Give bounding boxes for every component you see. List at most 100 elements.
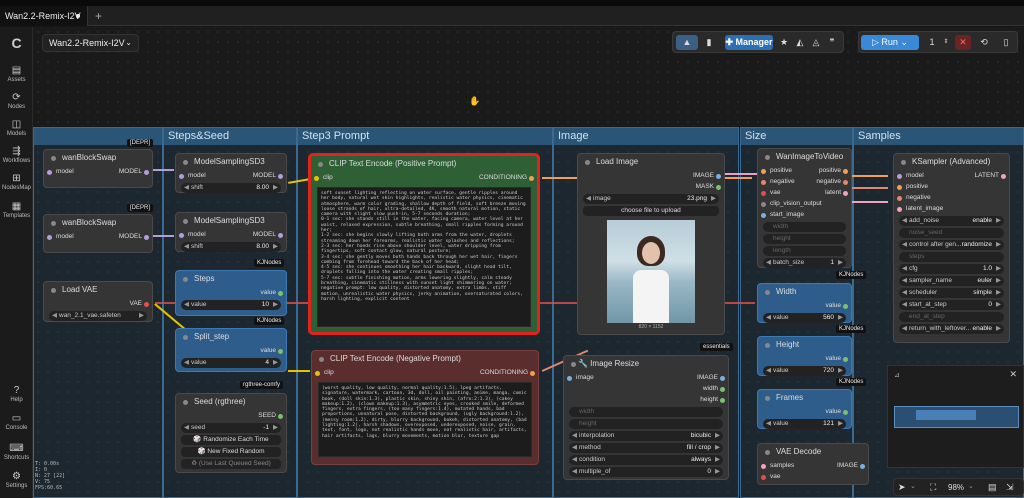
input-pin-icon[interactable] bbox=[761, 180, 766, 185]
node-clip-positive[interactable]: CLIP Text Encode (Positive Prompt) clip C… bbox=[309, 154, 539, 334]
node-steps[interactable]: Steps value ◀ value 10 ▶ bbox=[175, 270, 287, 316]
input-pin-icon[interactable] bbox=[179, 233, 184, 238]
chevron-down-icon[interactable]: ⌄ bbox=[910, 482, 916, 490]
output-pin-icon[interactable] bbox=[529, 176, 534, 181]
input-pin-icon[interactable] bbox=[761, 191, 766, 196]
sidebar-item-workflows[interactable]: ⇶ Workflows bbox=[0, 146, 33, 164]
output-pin-icon[interactable] bbox=[843, 180, 848, 185]
shift-input[interactable]: ◀ shift 8.00 ▶ bbox=[181, 183, 281, 193]
new-fixed-random-button[interactable]: 🎲 New Fixed Random bbox=[181, 447, 281, 457]
fit-view-icon[interactable]: ⛶ bbox=[930, 482, 936, 493]
positive-prompt-textarea[interactable]: soft sunset lighting reflecting on water… bbox=[317, 187, 531, 327]
start-at-step-input[interactable]: ◀ start_at_step 0 ▶ bbox=[899, 300, 1004, 310]
output-pin-icon[interactable] bbox=[720, 387, 725, 392]
output-pin-icon[interactable] bbox=[716, 185, 721, 190]
end-at-step-widget[interactable]: end_at_step bbox=[899, 312, 1004, 322]
sidebar-item-nodes[interactable]: ⟳ Nodes bbox=[0, 92, 33, 110]
input-pin-icon[interactable] bbox=[179, 174, 184, 179]
chevron-down-icon[interactable]: ⌄ bbox=[968, 482, 974, 490]
split-value-input[interactable]: ◀ value 4 ▶ bbox=[181, 358, 281, 368]
input-pin-icon[interactable] bbox=[897, 207, 902, 212]
logo-button[interactable]: ▲ bbox=[676, 35, 698, 50]
history-icon[interactable]: ⟲ bbox=[976, 35, 992, 50]
noise-seed-widget[interactable]: noise_seed bbox=[899, 228, 1004, 238]
hat-icon[interactable]: ◬ bbox=[809, 35, 823, 50]
node-wan-image-to-video[interactable]: WanImageToVideo positive positive negativ… bbox=[757, 148, 852, 268]
node-height[interactable]: Height value ◀ value 720 ▶ bbox=[757, 336, 852, 376]
output-pin-icon[interactable] bbox=[843, 357, 848, 362]
link-toggle-icon[interactable]: ⇲ bbox=[1006, 482, 1014, 493]
node-wanblockswap-1[interactable]: wanBlockSwap model MODEL bbox=[43, 149, 153, 188]
node-wanblockswap-2[interactable]: wanBlockSwap model MODEL bbox=[43, 214, 153, 253]
input-pin-icon[interactable] bbox=[761, 475, 766, 480]
output-pin-icon[interactable] bbox=[720, 376, 725, 381]
new-tab-button[interactable]: + bbox=[95, 9, 102, 23]
input-pin-icon[interactable] bbox=[761, 213, 766, 218]
node-clip-negative[interactable]: CLIP Text Encode (Negative Prompt) clip C… bbox=[311, 350, 539, 465]
height-widget[interactable]: height bbox=[763, 234, 846, 244]
image-select[interactable]: ◀ image 23.png ▶ bbox=[583, 194, 719, 204]
workflow-name-dropdown[interactable]: Wan2.2-Remix-I2V ⌄ bbox=[42, 34, 139, 52]
sampler-name-select[interactable]: ◀ sampler_name euler ▶ bbox=[899, 276, 1004, 286]
use-last-seed-button[interactable]: ♻ (Use Last Queued Seed) bbox=[181, 459, 281, 469]
panel-icon[interactable]: ▯ bbox=[998, 35, 1014, 50]
node-split-step[interactable]: Split_step value ◀ value 4 ▶ bbox=[175, 328, 287, 372]
cancel-button[interactable]: ✕ bbox=[955, 35, 971, 50]
upload-button[interactable]: choose file to upload bbox=[583, 206, 719, 216]
output-pin-icon[interactable] bbox=[530, 371, 535, 376]
steps-widget[interactable]: steps bbox=[899, 252, 1004, 262]
bookmark-icon[interactable]: ▮ bbox=[701, 35, 717, 50]
output-pin-icon[interactable] bbox=[843, 410, 848, 415]
negative-prompt-textarea[interactable]: (worst quality, low quality, normal qual… bbox=[318, 382, 532, 457]
seed-input[interactable]: ◀ seed -1 ▶ bbox=[181, 423, 281, 433]
control-after-generate-select[interactable]: ◀ control after gen... randomize ▶ bbox=[899, 240, 1004, 250]
manager-button[interactable]: ✚ Manager bbox=[725, 35, 773, 50]
multiple-of-input[interactable]: ◀ multiple_of 0 ▶ bbox=[569, 467, 723, 477]
width-value-input[interactable]: ◀ value 560 ▶ bbox=[763, 313, 846, 323]
steps-value-input[interactable]: ◀ value 10 ▶ bbox=[181, 300, 281, 310]
input-pin-icon[interactable] bbox=[761, 464, 766, 469]
output-pin-icon[interactable] bbox=[278, 414, 283, 419]
output-pin-icon[interactable] bbox=[278, 349, 283, 354]
sidebar-item-assets[interactable]: ▤ Assets bbox=[0, 65, 33, 83]
node-modelsamplingsd3-1[interactable]: ModelSamplingSD3 model MODEL ◀ shift 8.00 ▶ bbox=[175, 153, 287, 193]
pointer-icon[interactable]: ➤ bbox=[898, 482, 906, 493]
frames-value-input[interactable]: ◀ value 121 ▶ bbox=[763, 419, 846, 429]
output-pin-icon[interactable] bbox=[843, 304, 848, 309]
comfy-logo[interactable]: C bbox=[0, 35, 33, 52]
return-with-leftover-select[interactable]: ◀ return_with_leftover... enable ▶ bbox=[899, 324, 1004, 334]
output-pin-icon[interactable] bbox=[716, 174, 721, 179]
node-width[interactable]: Width value ◀ value 560 ▶ bbox=[757, 283, 852, 323]
input-pin-icon[interactable] bbox=[761, 202, 766, 207]
node-load-image[interactable]: Load Image IMAGE MASK ◀ image 23.png ▶ choo… bbox=[577, 153, 725, 335]
input-pin-icon[interactable] bbox=[567, 376, 572, 381]
output-pin-icon[interactable] bbox=[144, 302, 149, 307]
sidebar-item-help[interactable]: ? Help bbox=[0, 385, 33, 403]
length-widget[interactable]: length bbox=[763, 246, 846, 256]
sidebar-item-nodesmap[interactable]: ⊞ NodesMap bbox=[0, 173, 33, 191]
workflow-tab[interactable]: Wan2.2-Remix-I2V bbox=[0, 6, 88, 26]
share-icon[interactable]: ◭ bbox=[793, 35, 807, 50]
output-pin-icon[interactable] bbox=[144, 235, 149, 240]
input-pin-icon[interactable] bbox=[47, 170, 52, 175]
output-pin-icon[interactable] bbox=[843, 169, 848, 174]
batch-size-input[interactable]: ◀ batch_size 1 ▶ bbox=[763, 258, 846, 268]
node-vae-decode[interactable]: VAE Decode samples IMAGE vae bbox=[757, 443, 869, 485]
map-icon[interactable]: ▤ bbox=[988, 482, 997, 493]
node-seed[interactable]: Seed (rgthree) SEED ◀ seed -1 ▶ 🎲 Randomize… bbox=[175, 393, 287, 473]
output-pin-icon[interactable] bbox=[278, 233, 283, 238]
sidebar-item-templates[interactable]: ▦ Templates bbox=[0, 201, 33, 219]
star-icon[interactable]: ★ bbox=[777, 35, 791, 50]
sidebar-item-settings[interactable]: ⚙ Settings bbox=[0, 471, 33, 489]
add-noise-select[interactable]: ◀ add_noise enable ▶ bbox=[899, 216, 1004, 226]
input-pin-icon[interactable] bbox=[314, 176, 319, 181]
node-frames[interactable]: Frames value ◀ value 121 ▶ bbox=[757, 389, 852, 429]
input-pin-icon[interactable] bbox=[897, 185, 902, 190]
output-pin-icon[interactable] bbox=[144, 170, 149, 175]
width-widget[interactable]: width bbox=[569, 407, 723, 417]
height-widget[interactable]: height bbox=[569, 419, 723, 429]
input-pin-icon[interactable] bbox=[315, 371, 320, 376]
minimap[interactable]: ⊿ ✕ bbox=[887, 365, 1024, 468]
interpolation-select[interactable]: ◀ interpolation bicubic ▶ bbox=[569, 431, 723, 441]
height-value-input[interactable]: ◀ value 720 ▶ bbox=[763, 366, 846, 376]
